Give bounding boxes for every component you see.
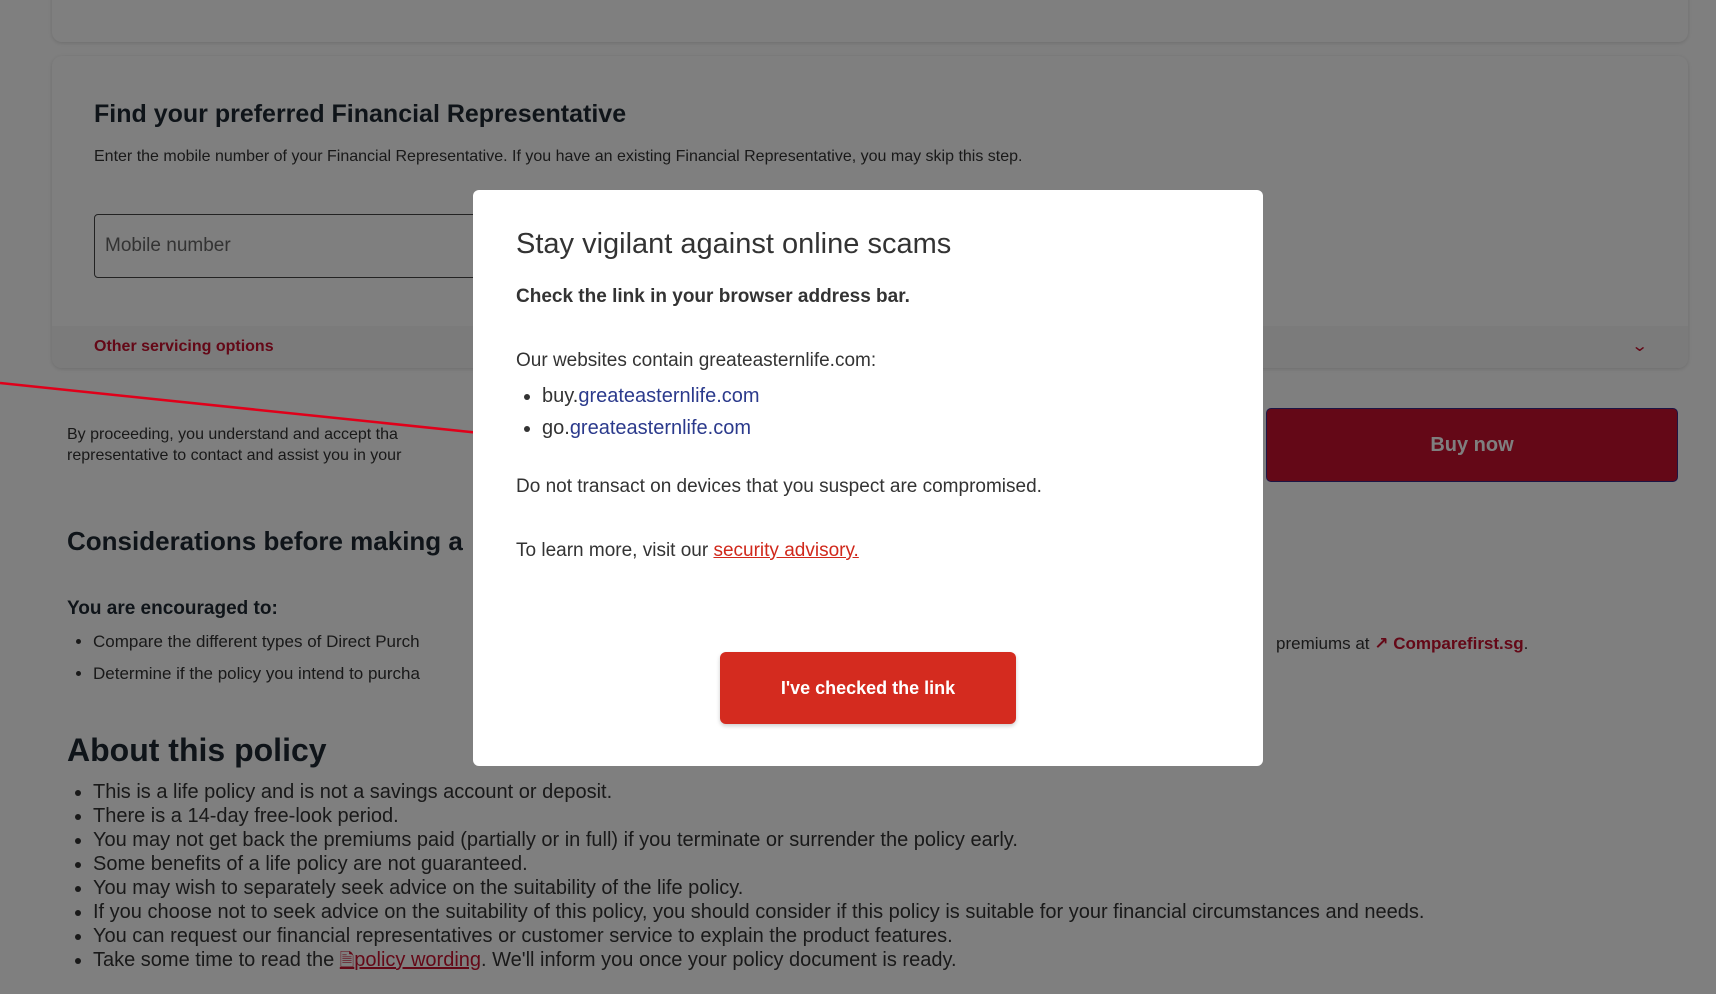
modal-sites-list: buy.greateasternlife.com go.greateastern… [516,380,760,444]
scam-warning-modal: Stay vigilant against online scams Check… [473,190,1263,766]
modal-learn-more: To learn more, visit our security adviso… [516,540,859,562]
site-domain: greateasternlife.com [578,385,760,407]
modal-device-warning: Do not transact on devices that you susp… [516,476,1042,497]
site-prefix: go. [542,417,570,439]
site-domain: greateasternlife.com [569,417,752,439]
modal-sites-intro: Our websites contain greateasternlife.co… [516,350,877,371]
security-advisory-link[interactable]: security advisory. [713,540,858,561]
checked-link-button[interactable]: I've checked the link [720,652,1016,724]
site-prefix: buy. [542,385,579,407]
list-item: go.greateasternlife.com [542,412,760,444]
list-item: buy.greateasternlife.com [542,380,760,412]
modal-subtitle: Check the link in your browser address b… [516,286,910,307]
modal-title: Stay vigilant against online scams [516,228,952,260]
learn-more-prefix: To learn more, visit our [516,540,709,561]
